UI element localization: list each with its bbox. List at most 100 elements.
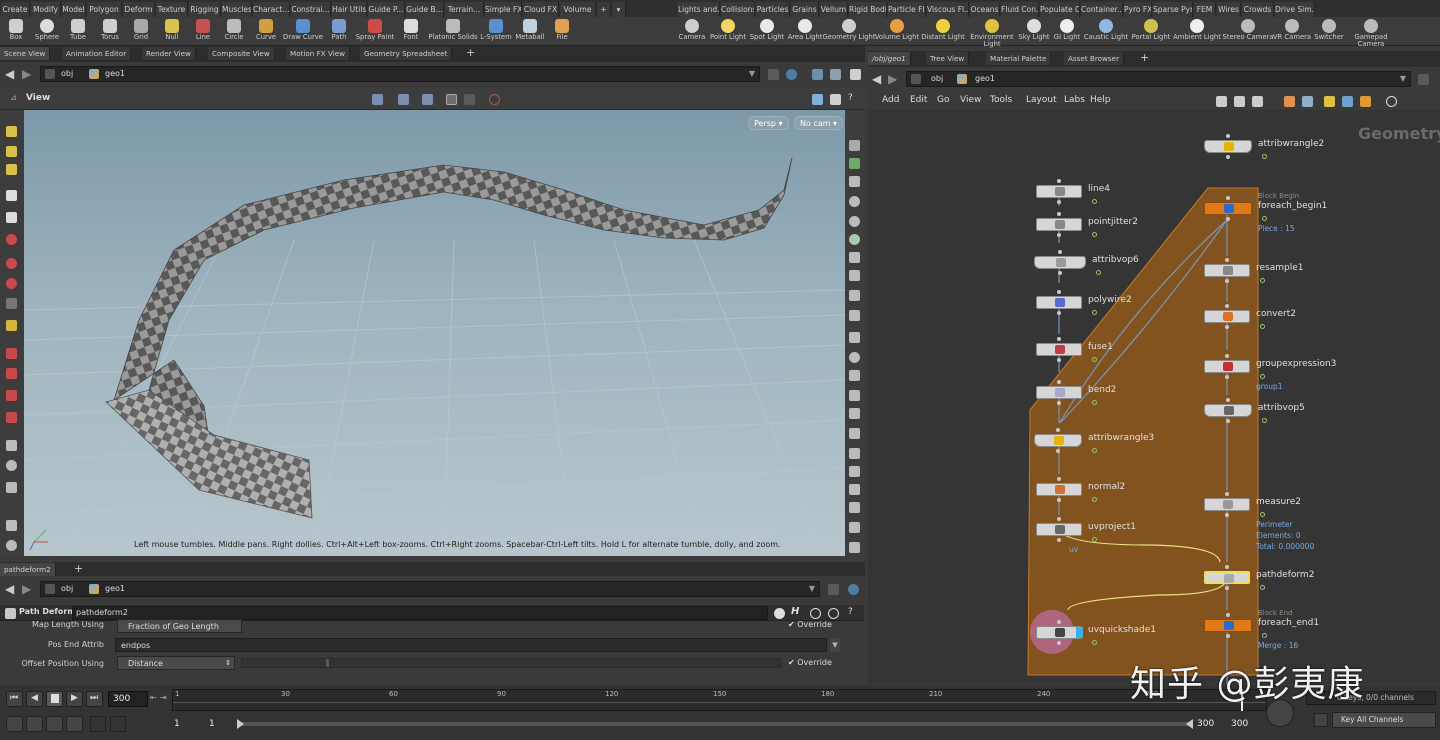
bake-icon[interactable] [849,522,860,533]
node-body[interactable] [1036,483,1082,496]
tab-composite-view[interactable]: Composite View [208,47,275,60]
display-icon[interactable] [812,69,823,80]
gear-icon[interactable] [774,608,785,619]
shelf-tool-gamepad-camera[interactable]: Gamepad Camera [1354,17,1388,48]
key-prev-icon[interactable]: ⇤ [150,693,157,702]
node-flag-icon[interactable] [1092,400,1097,405]
node-output[interactable] [1057,358,1061,362]
node-measure2[interactable]: measure2 Perimeter Elements: 0 Total: 0.000… [1204,490,1400,551]
range-end-field[interactable]: 300 [1228,716,1258,732]
snap-prim-icon[interactable] [6,368,17,379]
shelf-tab-right-9[interactable]: Fluid Con... [1001,2,1039,17]
audio-button[interactable] [26,716,43,732]
tab-motion-fx-view[interactable]: Motion FX View [286,47,351,60]
shelf-tab-right-13[interactable]: Sparse Pyr... [1153,2,1193,17]
param-path-field[interactable]: obj geo1 ▼ [40,581,820,597]
node-input[interactable] [1056,428,1060,432]
node-input[interactable] [1225,354,1229,358]
shelf-tool-ambient-light[interactable]: Ambient Light [1173,17,1221,46]
net-menu-add[interactable]: Add [882,95,899,105]
last-frame-button[interactable]: ⏭ [86,691,103,707]
shelf-tool-spot-light[interactable]: Spot Light [750,17,784,46]
node-flag-icon[interactable] [1260,278,1265,283]
range-start-field[interactable]: 1 [170,716,204,732]
help-icon[interactable]: ? [848,93,853,103]
node-flag-icon[interactable] [1092,497,1097,502]
add-shelf-tab-icon[interactable]: + [597,2,611,17]
ghost-icon[interactable] [849,158,860,169]
node-flag-icon[interactable] [1092,640,1097,645]
node-output[interactable] [1225,586,1229,590]
node-input[interactable] [1225,258,1229,262]
viewport[interactable]: Persp ▾ No cam ▾ Left mouse tumbles. Mid… [24,110,845,556]
node-input[interactable] [1225,304,1229,308]
globe-icon[interactable] [6,540,17,551]
path-geo[interactable]: geo1 [105,68,125,80]
node-input[interactable] [1226,196,1230,200]
shelf-tool-geometry-light[interactable]: Geometry Light [822,17,876,46]
num-icon[interactable] [849,408,860,419]
node-output[interactable] [1225,375,1229,379]
shelf-tab-right-4[interactable]: Vellum [820,2,848,17]
lock-view-icon[interactable] [849,176,860,187]
shelf-tab-15[interactable]: Cloud FX [523,2,559,17]
shelf-tab-5[interactable]: Texture [156,2,188,17]
param-forward-icon[interactable]: ▶ [22,582,31,596]
measure-icon[interactable] [849,390,860,401]
tab-render-view[interactable]: Render View [142,47,196,60]
stop-button[interactable] [46,691,63,707]
node-foreach_end1[interactable]: foreach_end1 Block End Merge : 16 [1204,609,1402,651]
display-flag-icon[interactable] [1076,627,1083,638]
node-fuse1[interactable]: fuse1 [1036,335,1232,375]
snap-point-icon[interactable] [6,390,17,401]
key-next-icon[interactable]: ⇥ [160,693,167,702]
shelf-tool-point-light[interactable]: Point Light [710,17,746,46]
param-help-icon[interactable]: ? [848,607,853,617]
normals-icon[interactable] [849,290,860,301]
pos-end-field[interactable]: endpos [115,638,827,652]
lights-icon[interactable] [849,252,860,263]
node-input[interactable] [1057,290,1061,294]
node-pointjitter2[interactable]: pointjitter2 [1036,210,1232,250]
grid-view-icon[interactable] [1284,96,1295,107]
shelf-tab-right-0[interactable]: Lights and... [678,2,720,17]
shelf-tool-portal-light[interactable]: Portal Light [1132,17,1170,46]
shelf-tool-line[interactable]: Line [188,17,218,46]
node-input[interactable] [1057,212,1061,216]
map-length-override[interactable]: ✔ Override [788,620,832,629]
add-right-tab-icon[interactable]: + [1140,51,1149,64]
dot-icon[interactable] [849,352,860,363]
shelf-tab-right-10[interactable]: Populate C... [1040,2,1080,17]
key-all-channels-button[interactable]: Key All Channels [1332,712,1436,728]
param-link-icon[interactable] [848,584,859,595]
shelf-tool-torus[interactable]: Torus [95,17,125,46]
node-output[interactable] [1057,200,1061,204]
shelf-tab-10[interactable]: Hair Utils [332,2,367,17]
pin-icon[interactable] [768,69,779,80]
shelf-tool-volume-light[interactable]: Volume Light [875,17,919,46]
node-polywire2[interactable]: polywire2 [1036,288,1232,328]
playback-start-field[interactable]: 1 [205,716,239,732]
hscript-icon[interactable]: H [791,606,799,617]
node-body[interactable] [1204,140,1252,153]
shelf-tab-right-7[interactable]: Viscous Fl... [927,2,969,17]
box-icon[interactable] [1360,96,1371,107]
node-input[interactable] [1058,250,1062,254]
tab-scene-view[interactable]: Scene View [0,47,51,60]
first-frame-button[interactable]: ⏮ [6,691,23,707]
loop-button[interactable] [46,716,63,732]
step-back-button[interactable]: ◀ [26,691,43,707]
magnet-icon[interactable] [6,412,17,423]
net-chevron-icon[interactable]: ▼ [1400,73,1406,85]
maximize-icon[interactable] [850,69,861,80]
node-pathdeform2[interactable]: pathdeform2 [1204,563,1400,603]
net-menu-view[interactable]: View [960,95,981,105]
snap-icon[interactable] [372,94,383,105]
snap-grid-icon[interactable] [6,348,17,359]
node-output[interactable] [1056,449,1060,453]
pos-end-menu-icon[interactable]: ▼ [830,638,840,652]
display-options-icon[interactable] [812,94,823,105]
param-pin-icon[interactable] [828,584,839,595]
cut-icon[interactable] [849,428,860,439]
shelf-tab-11[interactable]: Guide P... [368,2,405,17]
